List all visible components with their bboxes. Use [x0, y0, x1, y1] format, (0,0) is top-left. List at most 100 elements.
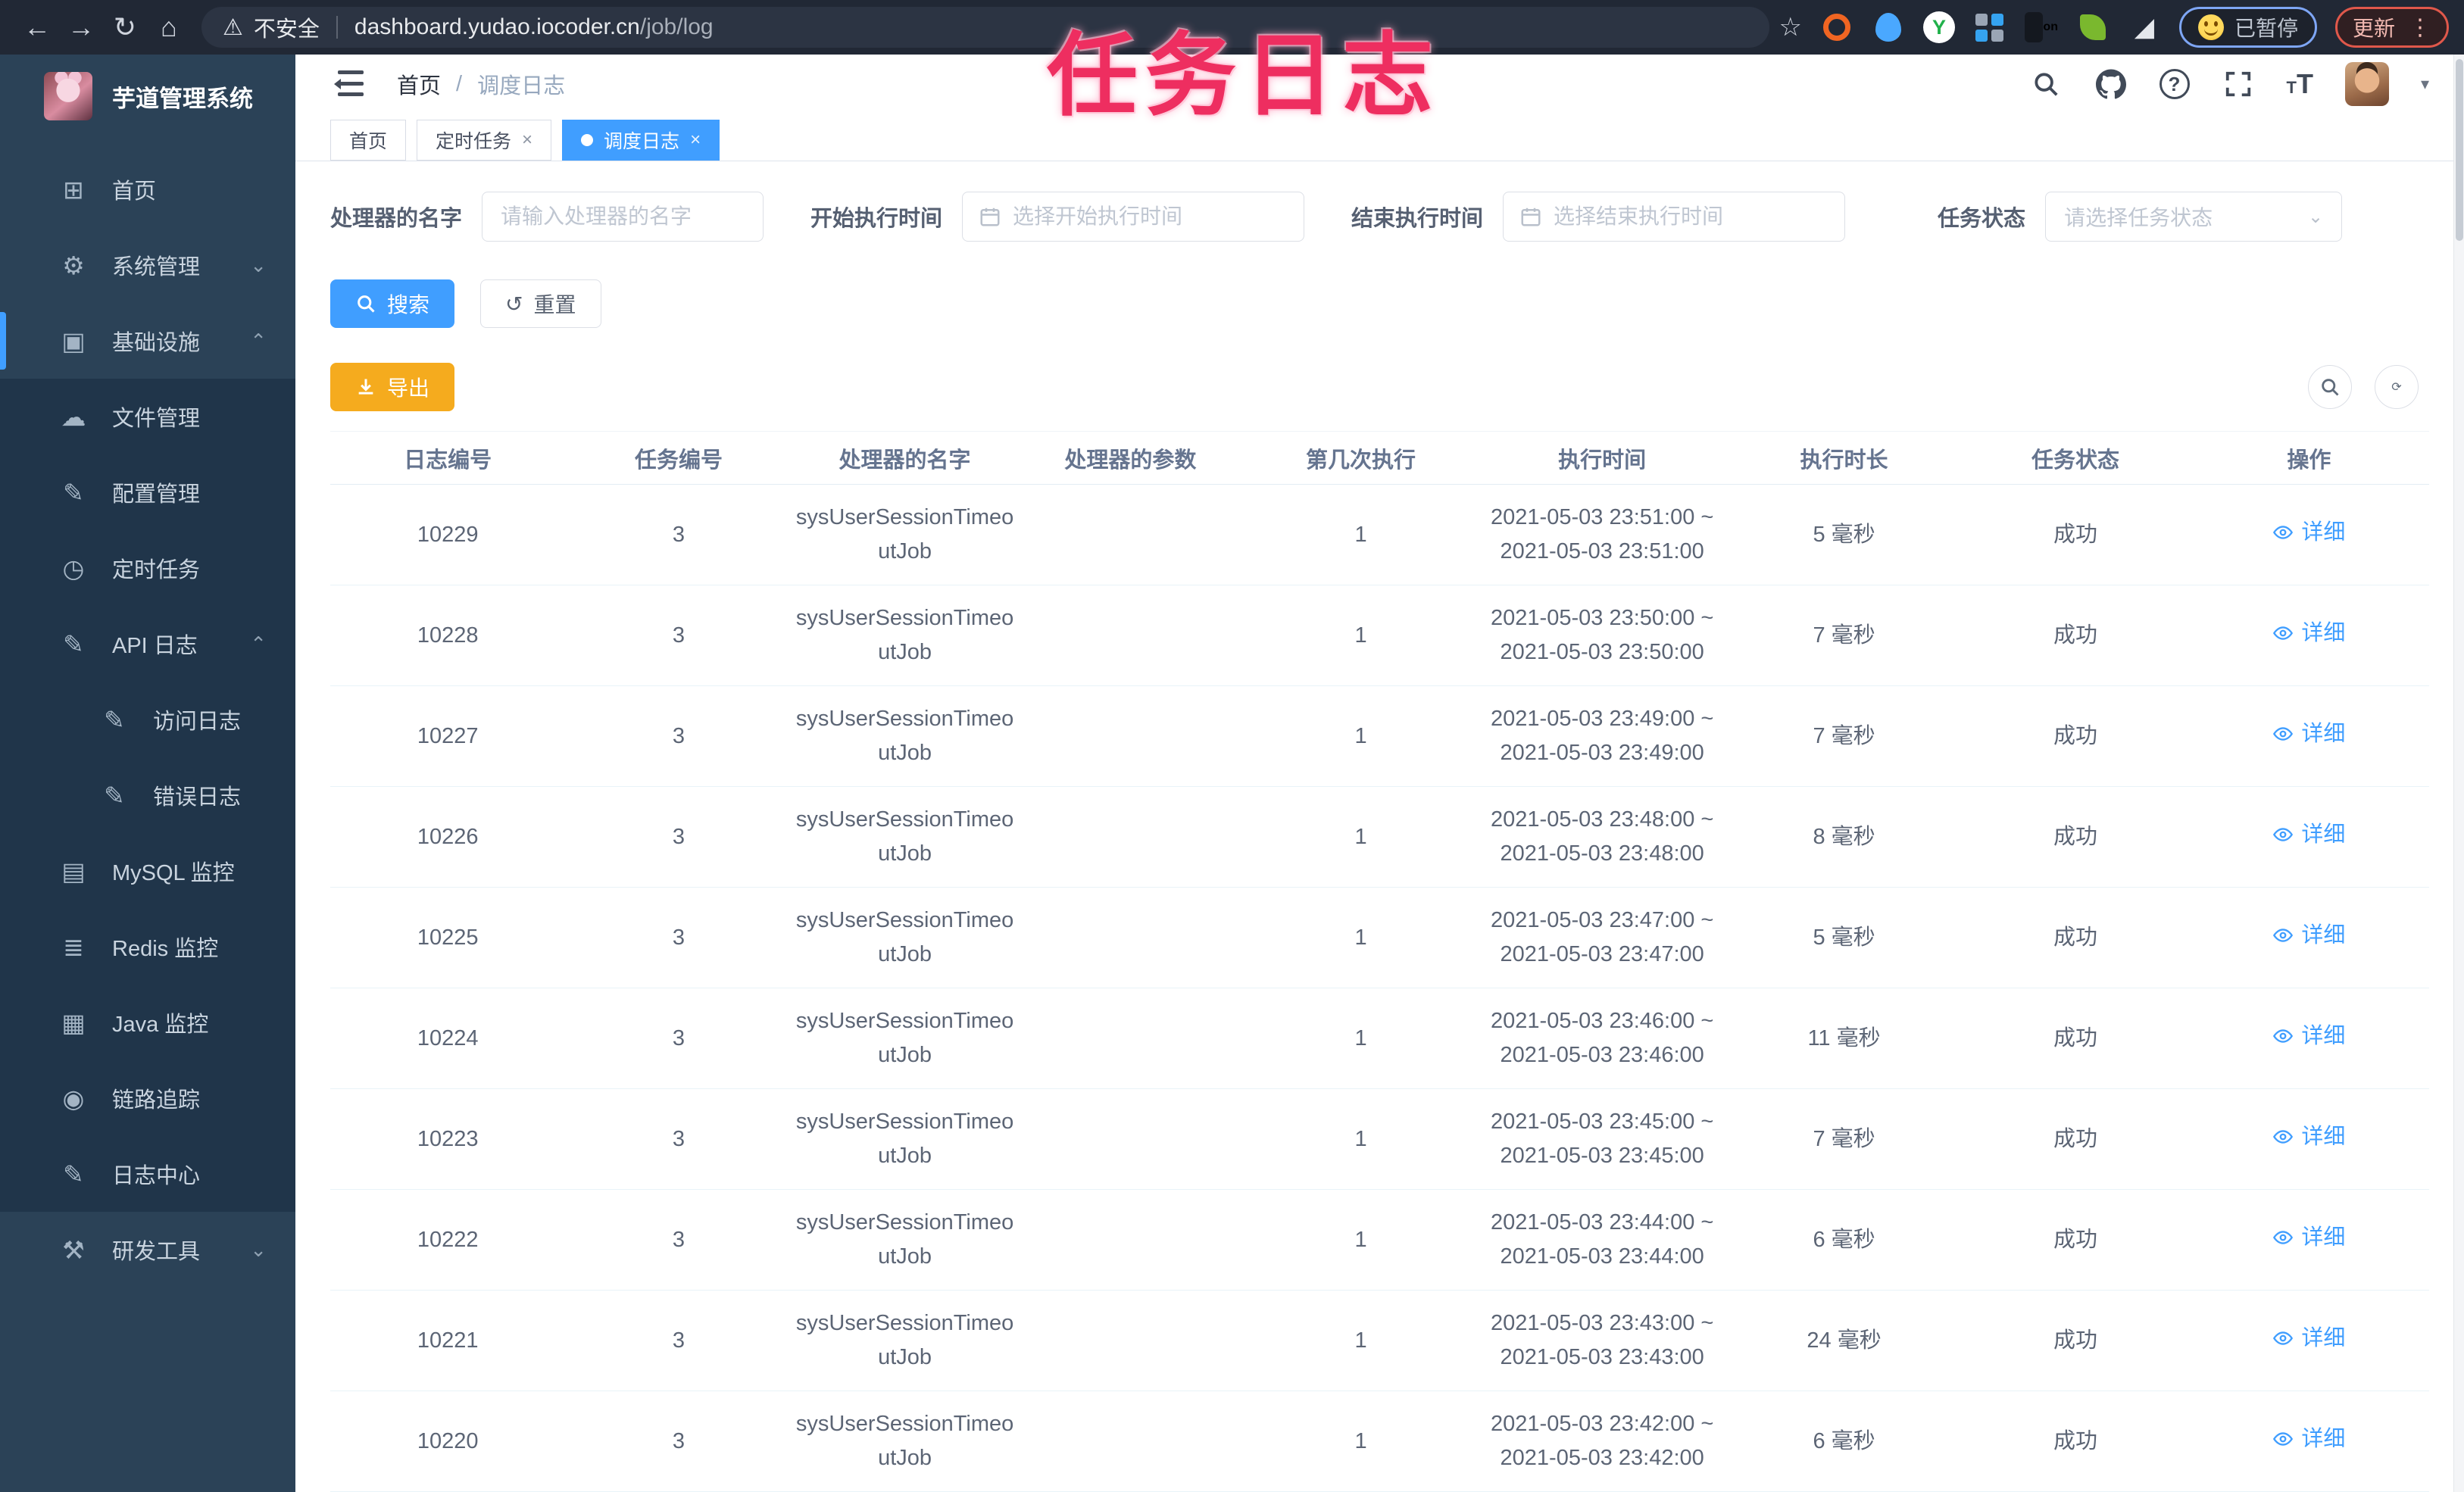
- extension-grid-icon[interactable]: [1973, 11, 2006, 44]
- close-icon[interactable]: ×: [690, 130, 701, 151]
- tab-scheduled-jobs[interactable]: 定时任务 ×: [417, 120, 552, 161]
- collapse-sidebar-icon[interactable]: [330, 70, 364, 98]
- back-icon[interactable]: ←: [15, 5, 59, 49]
- edit-icon: ✎: [63, 629, 84, 658]
- detail-link[interactable]: 详细: [2272, 1422, 2345, 1456]
- forward-icon[interactable]: →: [59, 5, 103, 49]
- cell-exec-time: 2021-05-03 23:46:00 ~ 2021-05-03 23:46:0…: [1478, 988, 1726, 1089]
- sidebar-item-api-log[interactable]: ✎ API 日志 ⌃: [0, 606, 295, 682]
- cell-exec-time: 2021-05-03 23:44:00 ~ 2021-05-03 23:44:0…: [1478, 1189, 1726, 1291]
- end-time-input[interactable]: [1503, 192, 1846, 242]
- cell-status: 成功: [1962, 1088, 2189, 1190]
- cell-handler: sysUserSessionTimeoutJob: [792, 484, 1018, 585]
- home-icon[interactable]: ⌂: [147, 5, 191, 49]
- sidebar-item-system[interactable]: ⚙ 系统管理 ⌄: [0, 227, 295, 303]
- table-row: 10225 3 sysUserSessionTimeoutJob 1 2021-…: [330, 887, 2429, 988]
- browser-menu-icon[interactable]: ⋮: [2409, 14, 2431, 41]
- detail-link[interactable]: 详细: [2272, 1120, 2345, 1154]
- search-button[interactable]: 搜索: [330, 279, 455, 328]
- sidebar-item-scheduled-jobs[interactable]: ◷ 定时任务: [0, 530, 295, 606]
- cell-status: 成功: [1962, 887, 2189, 988]
- close-icon[interactable]: ×: [522, 130, 532, 151]
- insecure-warning-icon: ⚠: [223, 14, 243, 40]
- font-size-icon[interactable]: TT: [2287, 68, 2313, 100]
- refresh-button[interactable]: ⟳: [2375, 365, 2419, 409]
- tab-home[interactable]: 首页: [330, 120, 407, 161]
- reload-icon[interactable]: ↻: [103, 5, 147, 49]
- sidebar-item-config-manage[interactable]: ✎ 配置管理: [0, 454, 295, 530]
- cell-handler: sysUserSessionTimeoutJob: [792, 1088, 1018, 1190]
- cell-exec-time: 2021-05-03 23:50:00 ~ 2021-05-03 23:50:0…: [1478, 585, 1726, 686]
- job-status-select[interactable]: 请选择任务状态 ⌄: [2045, 192, 2343, 242]
- table-row: 10223 3 sysUserSessionTimeoutJob 1 2021-…: [330, 1088, 2429, 1190]
- cell-exec-time: 2021-05-03 23:42:00 ~ 2021-05-03 23:42:0…: [1478, 1391, 1726, 1492]
- cell-actions: 详细: [2188, 786, 2429, 888]
- help-icon[interactable]: ?: [2159, 69, 2190, 99]
- export-button[interactable]: 导出: [330, 363, 455, 411]
- cell-duration: 11 毫秒: [1725, 988, 1963, 1089]
- gear-icon: ⚙: [62, 251, 85, 279]
- sidebar-item-access-log[interactable]: ✎ 访问日志: [0, 682, 295, 757]
- sidebar-item-infrastructure[interactable]: ▣ 基础设施 ⌃: [0, 303, 295, 379]
- detail-link[interactable]: 详细: [2272, 1322, 2345, 1356]
- start-time-input[interactable]: [962, 192, 1305, 242]
- cell-actions: 详细: [2188, 1088, 2429, 1190]
- detail-link[interactable]: 详细: [2272, 1221, 2345, 1255]
- detail-link[interactable]: 详细: [2272, 1019, 2345, 1053]
- timer-icon: ◷: [62, 554, 85, 582]
- sidebar-item-file-manage[interactable]: ☁ 文件管理: [0, 379, 295, 454]
- user-avatar[interactable]: [2344, 62, 2389, 106]
- edit-icon: ✎: [63, 478, 84, 507]
- github-icon[interactable]: [2094, 67, 2128, 101]
- fullscreen-icon[interactable]: [2222, 67, 2255, 101]
- sidebar-item-redis-monitor[interactable]: ≣ Redis 监控: [0, 909, 295, 985]
- browser-update-button[interactable]: 更新 ⋮: [2334, 7, 2449, 48]
- toggle-search-button[interactable]: [2308, 365, 2352, 409]
- extension-orange-icon[interactable]: [1820, 11, 1853, 44]
- detail-link[interactable]: 详细: [2272, 516, 2345, 550]
- col-duration: 执行时长: [1725, 431, 1963, 485]
- extension-y-icon[interactable]: Y: [1922, 11, 1955, 43]
- handler-name-input[interactable]: [482, 192, 764, 242]
- search-icon[interactable]: [2029, 67, 2063, 101]
- cell-exec-time: 2021-05-03 23:45:00 ~ 2021-05-03 23:45:0…: [1478, 1088, 1726, 1190]
- detail-link[interactable]: 详细: [2272, 616, 2345, 651]
- sidebar-item-mysql-monitor[interactable]: ▤ MySQL 监控: [0, 833, 295, 909]
- cell-handler: sysUserSessionTimeoutJob: [792, 585, 1018, 686]
- detail-link[interactable]: 详细: [2272, 919, 2345, 953]
- breadcrumb-current: 调度日志: [477, 74, 566, 98]
- sidebar-item-trace[interactable]: ◉ 链路追踪: [0, 1060, 295, 1136]
- breadcrumb-home[interactable]: 首页: [397, 68, 441, 100]
- tab-job-log[interactable]: 调度日志 ×: [562, 120, 720, 161]
- user-menu-caret-icon[interactable]: ▾: [2421, 74, 2429, 94]
- extension-on-badge-icon[interactable]: on: [2024, 11, 2058, 44]
- app-logo-row[interactable]: 芋道管理系统: [0, 55, 295, 138]
- dashboard-icon: ⊞: [63, 175, 84, 204]
- sidebar-item-home[interactable]: ⊞ 首页: [0, 151, 295, 227]
- window-scrollbar[interactable]: [2453, 55, 2464, 1492]
- profile-paused-pill[interactable]: 已暂停: [2178, 7, 2317, 48]
- address-bar[interactable]: ⚠ 不安全 dashboard.yudao.iocoder.cn/job/log: [201, 7, 1769, 48]
- edit-icon: ✎: [104, 781, 125, 810]
- cell-param: [1017, 1088, 1244, 1190]
- cell-duration: 5 毫秒: [1725, 484, 1963, 585]
- sidebar-item-java-monitor[interactable]: ▦ Java 监控: [0, 985, 295, 1060]
- chevron-down-icon: ⌄: [250, 253, 267, 276]
- reset-button[interactable]: ↺ 重置: [480, 279, 601, 328]
- cell-actions: 详细: [2188, 484, 2429, 585]
- table-row: 10221 3 sysUserSessionTimeoutJob 1 2021-…: [330, 1290, 2429, 1391]
- paused-label: 已暂停: [2234, 17, 2298, 40]
- cell-duration: 7 毫秒: [1725, 685, 1963, 787]
- sidebar-item-log-center[interactable]: ✎ 日志中心: [0, 1136, 295, 1212]
- detail-link[interactable]: 详细: [2272, 818, 2345, 852]
- extensions-puzzle-icon[interactable]: ◢: [2128, 11, 2161, 44]
- extension-blue-icon[interactable]: [1872, 11, 1905, 44]
- sidebar-item-error-log[interactable]: ✎ 错误日志: [0, 757, 295, 833]
- sidebar-item-dev-tools[interactable]: ⚒ 研发工具 ⌄: [0, 1212, 295, 1288]
- bookmark-star-icon[interactable]: ☆: [1779, 12, 1801, 42]
- col-job-id: 任务编号: [565, 431, 792, 485]
- detail-link[interactable]: 详细: [2272, 717, 2345, 751]
- extension-leaf-icon[interactable]: [2076, 11, 2110, 44]
- handler-name-label: 处理器的名字: [330, 207, 463, 231]
- cell-status: 成功: [1962, 484, 2189, 585]
